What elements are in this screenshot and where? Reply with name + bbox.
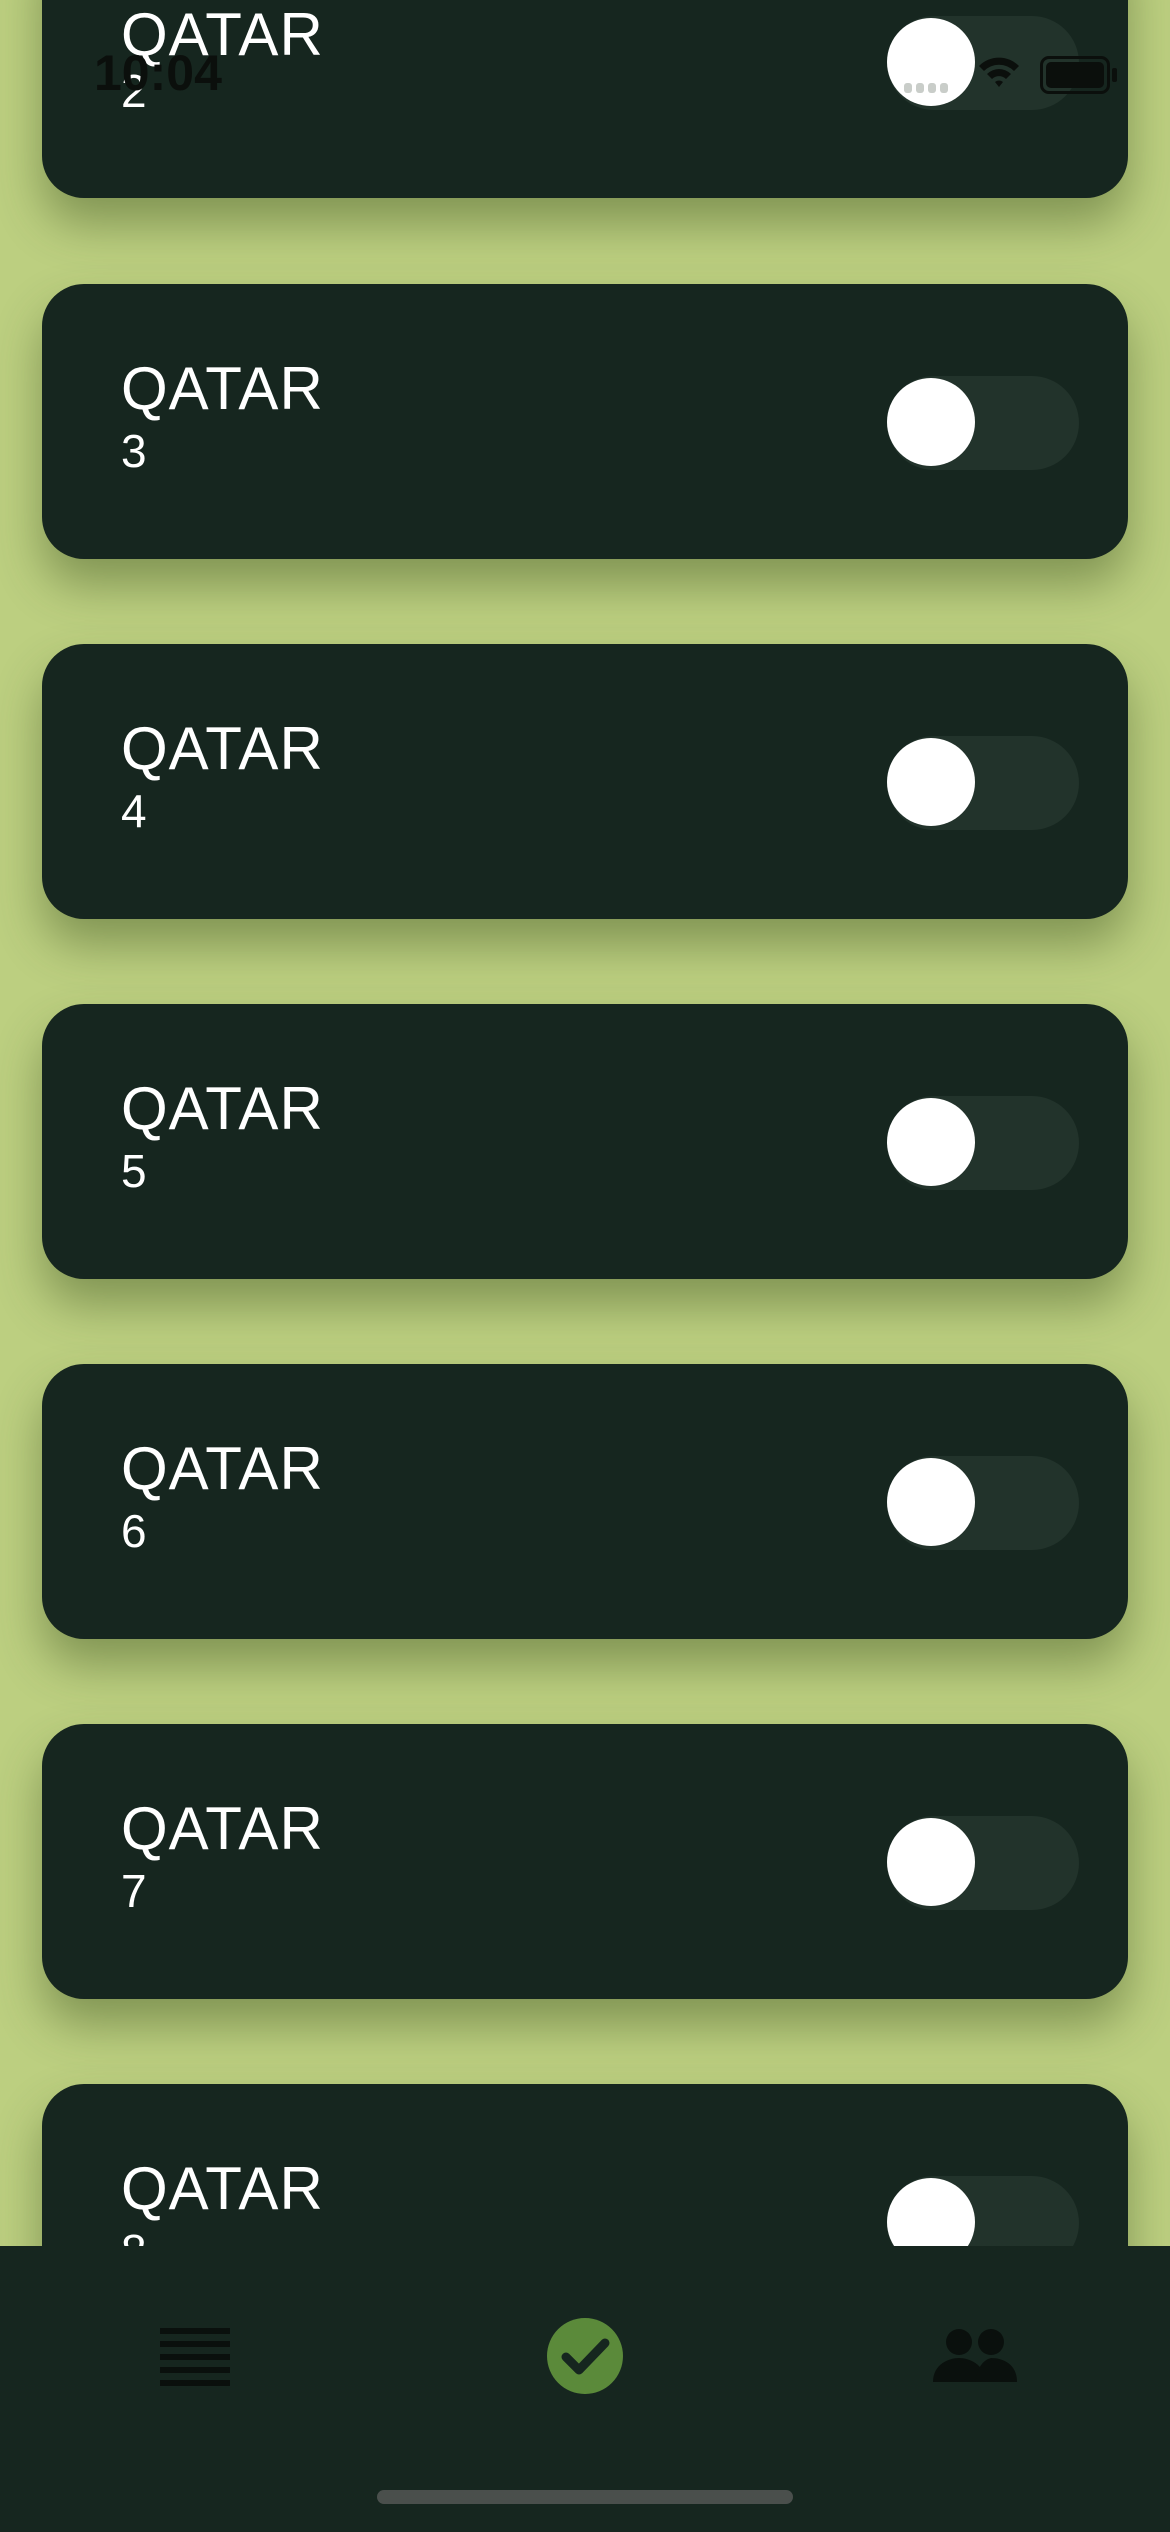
list-item[interactable]: QATAR 5 (42, 1004, 1128, 1279)
item-toggle[interactable] (887, 736, 1079, 830)
item-number: 7 (121, 1865, 147, 1917)
item-title: QATAR (121, 715, 324, 782)
item-number: 8 (121, 2224, 147, 2246)
item-title: QATAR (121, 1435, 324, 1502)
item-title: QATAR (121, 1, 324, 68)
item-title: QATAR (121, 1075, 324, 1142)
check-circle-icon (547, 2318, 623, 2394)
toggle-knob (887, 1458, 975, 1546)
toggle-knob (887, 738, 975, 826)
home-indicator (377, 2490, 793, 2504)
item-title: QATAR (121, 2155, 324, 2222)
item-toggle[interactable] (887, 16, 1079, 110)
tab-list[interactable] (135, 2296, 255, 2416)
people-icon (933, 2329, 1017, 2382)
list-item[interactable]: QATAR 8 (42, 2084, 1128, 2246)
item-toggle[interactable] (887, 1816, 1079, 1910)
tab-check[interactable] (525, 2296, 645, 2416)
toggle-knob (887, 18, 975, 106)
item-toggle[interactable] (887, 1456, 1079, 1550)
list-icon (160, 2328, 230, 2386)
item-number: 5 (121, 1145, 147, 1197)
item-number: 6 (121, 1505, 147, 1557)
item-title: QATAR (121, 1795, 324, 1862)
item-title: QATAR (121, 355, 324, 422)
country-list: QATAR 2 QATAR 3 QATAR 4 QATAR 5 QATAR 6 … (0, 0, 1170, 2246)
toggle-knob (887, 1818, 975, 1906)
list-item[interactable]: QATAR 4 (42, 644, 1128, 919)
item-number: 3 (121, 425, 147, 477)
tab-people[interactable] (915, 2296, 1035, 2416)
item-number: 2 (121, 65, 147, 117)
list-item[interactable]: QATAR 3 (42, 284, 1128, 559)
item-toggle[interactable] (887, 1096, 1079, 1190)
item-toggle[interactable] (887, 376, 1079, 470)
list-item[interactable]: QATAR 7 (42, 1724, 1128, 1999)
list-item[interactable]: QATAR 2 (42, 0, 1128, 198)
list-item[interactable]: QATAR 6 (42, 1364, 1128, 1639)
item-toggle[interactable] (887, 2176, 1079, 2246)
toggle-knob (887, 378, 975, 466)
toggle-knob (887, 1098, 975, 1186)
toggle-knob (887, 2178, 975, 2246)
item-number: 4 (121, 785, 147, 837)
